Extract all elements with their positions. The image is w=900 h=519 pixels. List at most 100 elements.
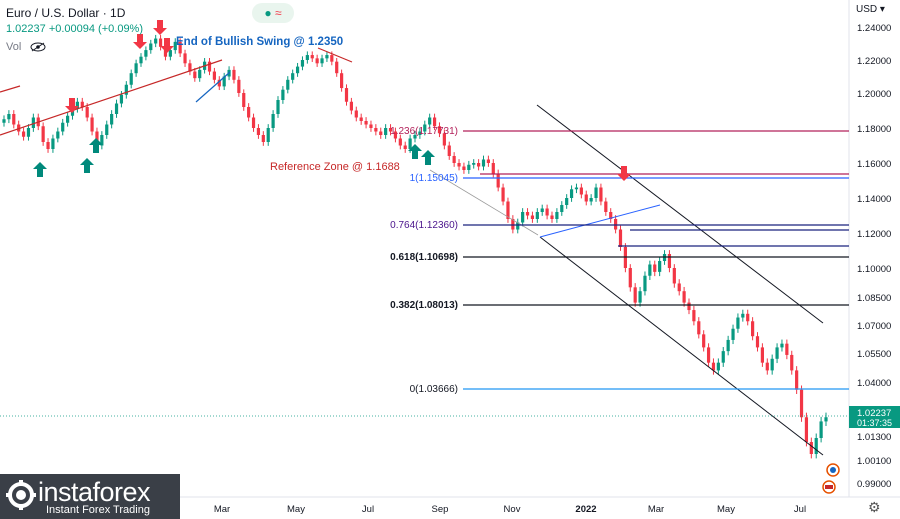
candle-body — [408, 138, 412, 149]
candle-body — [114, 103, 119, 114]
candle-body — [403, 145, 407, 149]
up-arrow-icon — [421, 150, 435, 165]
candle-body — [271, 114, 275, 128]
candle-body — [139, 56, 143, 64]
candle-body — [291, 73, 295, 80]
brand-logo-icon — [6, 480, 36, 510]
eye-off-icon[interactable] — [30, 42, 46, 52]
price-tick-label: 1.24000 — [857, 23, 891, 34]
candle-body — [237, 79, 241, 93]
candle-body — [643, 275, 647, 292]
candle-body — [168, 50, 172, 57]
candle-body — [110, 114, 114, 125]
candle-body — [305, 55, 309, 60]
candle-body — [119, 94, 124, 104]
time-tick-label: May — [717, 504, 735, 515]
candle-body — [134, 63, 138, 74]
candle-body — [85, 107, 89, 118]
time-tick-label: Mar — [214, 504, 230, 515]
price-tick-label: 1.22000 — [857, 56, 891, 67]
candle-body — [599, 187, 603, 202]
price-chart[interactable]: 1.24000 1.22000 1.20000 1.18000 1.16000 1.140… — [0, 0, 900, 519]
candle-body — [579, 187, 583, 195]
time-tick-label: Jul — [362, 504, 374, 515]
candle-body — [633, 287, 637, 303]
arrow-head — [133, 42, 147, 49]
candle-body — [340, 73, 344, 89]
candle-body — [672, 268, 676, 284]
wedge-line — [539, 204, 661, 238]
candle-body — [770, 358, 774, 371]
candle-body — [594, 187, 598, 198]
time-tick-label: Sep — [432, 504, 449, 515]
candle-body — [467, 164, 471, 170]
candle-body — [799, 389, 804, 418]
countdown-value: 01:37:35 — [857, 418, 892, 428]
price-tick-label: 1.14000 — [857, 194, 891, 205]
candle-body — [667, 254, 672, 268]
candle-body — [477, 163, 481, 167]
price-tick-label: 1.08500 — [857, 293, 891, 304]
live-dot-icon: ● — [264, 6, 272, 20]
candle-body — [618, 229, 623, 247]
candle-body — [721, 351, 725, 363]
price-tick-label: 1.12000 — [857, 229, 891, 240]
candle-body — [653, 264, 657, 272]
candle-body — [320, 58, 324, 64]
time-tick-label: Jul — [794, 504, 806, 515]
candle-body — [702, 334, 706, 348]
candle-body — [198, 69, 202, 79]
arrow-shaft — [164, 38, 170, 46]
candle-body — [12, 114, 16, 125]
candle-body — [266, 128, 270, 142]
down-arrow-icon — [153, 20, 167, 35]
candle-body — [349, 101, 353, 111]
brand-watermark: instaforex Instant Forex Trading — [0, 474, 180, 519]
currency-label: USD — [856, 4, 878, 15]
candle-body — [158, 38, 163, 47]
event-flag-eu-inner — [830, 467, 836, 473]
candle-body — [261, 135, 265, 142]
arrow-shaft — [412, 151, 418, 159]
candle-body — [555, 212, 559, 219]
candle-body — [344, 88, 349, 102]
fib-label: 0.618(1.10698) — [390, 252, 458, 263]
arrow-shaft — [84, 165, 90, 173]
arrow-head — [421, 150, 435, 157]
candle-body — [780, 343, 784, 348]
candle-body — [46, 142, 50, 149]
wave-icon: ≈ — [275, 6, 282, 20]
candle-body — [295, 66, 300, 74]
fib-label: 0(1.03666) — [410, 384, 458, 395]
candle-body — [369, 124, 373, 128]
candle-body — [790, 354, 794, 371]
arrow-shaft — [425, 157, 431, 165]
candle-body — [545, 208, 549, 216]
candle-body — [804, 417, 809, 442]
price-tick-label: 1.07000 — [857, 321, 891, 332]
settings-gear-icon[interactable]: ⚙ — [868, 499, 881, 516]
arrow-shaft — [621, 166, 627, 174]
candle-body — [232, 69, 236, 80]
candle-body — [760, 347, 764, 363]
candle-body — [741, 313, 745, 318]
candle-body — [751, 321, 755, 337]
currency-selector[interactable]: USD ▾ — [856, 4, 885, 15]
candle-body — [589, 198, 593, 202]
candle-body — [90, 117, 94, 132]
candle-body — [256, 128, 261, 135]
candle-body — [565, 198, 569, 205]
market-status-pill[interactable]: ● ≈ — [252, 3, 294, 23]
candle-body — [432, 117, 437, 127]
candle-body — [105, 124, 109, 135]
candle-body — [687, 302, 691, 311]
time-tick-label: Nov — [504, 504, 521, 515]
up-arrow-icon — [33, 162, 47, 177]
fib-label: 1.236(1.17731) — [390, 126, 458, 137]
candle-body — [824, 417, 828, 422]
vol-text: Vol — [6, 41, 22, 53]
candle-body — [300, 60, 305, 67]
fib-label: 0.382(1.08013) — [390, 300, 458, 311]
candle-body — [325, 55, 329, 59]
candle-body — [452, 156, 456, 163]
